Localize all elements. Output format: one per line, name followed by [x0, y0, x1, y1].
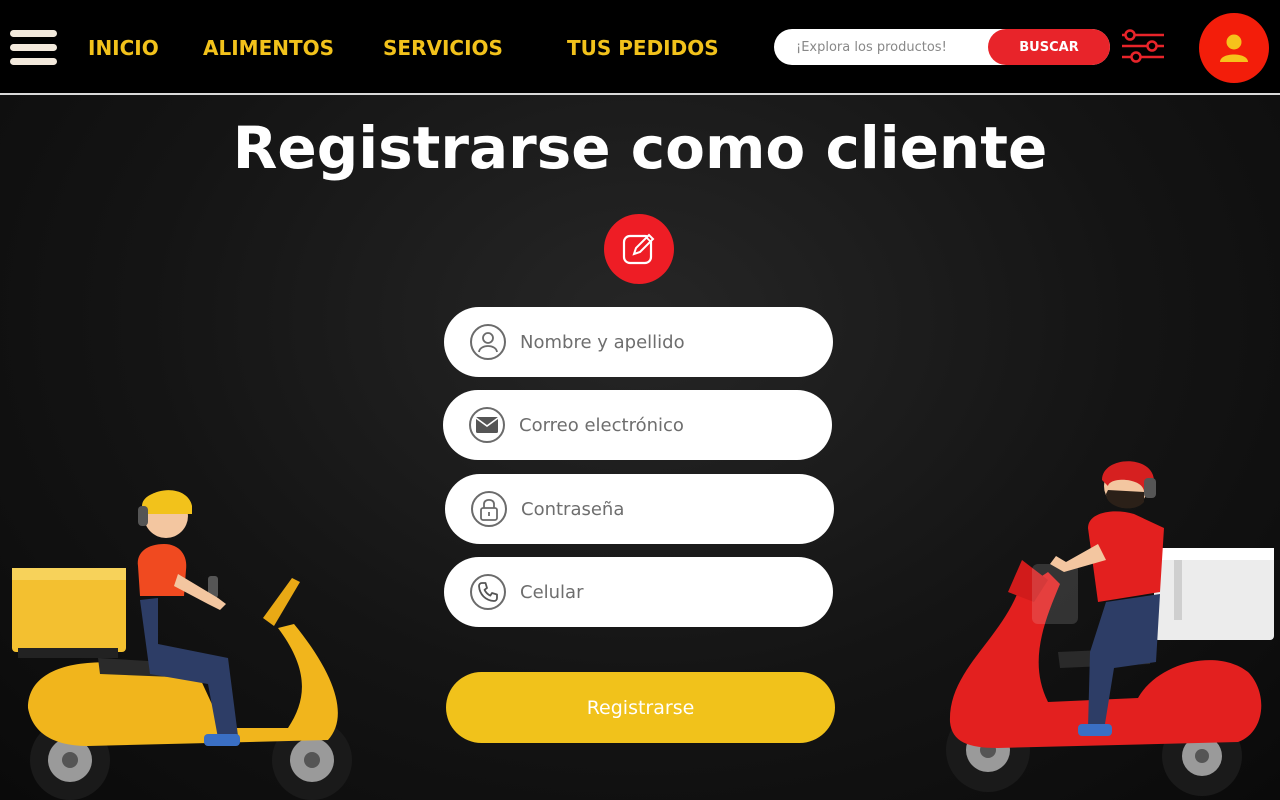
nav-item-alimentos[interactable]: ALIMENTOS	[203, 36, 334, 60]
nav-item-servicios[interactable]: SERVICIOS	[383, 36, 503, 60]
mail-icon	[469, 407, 505, 443]
lock-icon	[471, 491, 507, 527]
password-field[interactable]	[445, 474, 834, 544]
nav-item-tus-pedidos[interactable]: TUS PEDIDOS	[567, 36, 719, 60]
nav-item-inicio[interactable]: INICIO	[88, 36, 159, 60]
top-navbar: INICIO ALIMENTOS SERVICIOS TUS PEDIDOS B…	[0, 0, 1280, 95]
password-input[interactable]	[521, 474, 811, 544]
user-icon	[470, 324, 506, 360]
hamburger-menu-icon[interactable]	[10, 30, 58, 66]
phone-icon	[470, 574, 506, 610]
filter-sliders-icon[interactable]	[1120, 28, 1166, 64]
page-title: Registrarse como cliente	[232, 114, 1048, 182]
name-input[interactable]	[520, 307, 810, 377]
search-bar: BUSCAR	[774, 29, 1110, 65]
user-profile-button[interactable]	[1199, 13, 1269, 83]
red-scooter-delivery-illustration	[946, 461, 1274, 796]
user-icon	[1220, 34, 1248, 62]
search-button[interactable]: BUSCAR	[988, 29, 1110, 65]
email-field[interactable]	[443, 390, 832, 460]
name-field[interactable]	[444, 307, 833, 377]
register-button[interactable]: Registrarse	[446, 672, 835, 743]
yellow-scooter-delivery-illustration	[12, 490, 352, 800]
edit-icon	[604, 214, 674, 284]
phone-input[interactable]	[520, 557, 810, 627]
phone-field[interactable]	[444, 557, 833, 627]
search-input[interactable]	[796, 29, 986, 65]
email-input[interactable]	[519, 390, 809, 460]
